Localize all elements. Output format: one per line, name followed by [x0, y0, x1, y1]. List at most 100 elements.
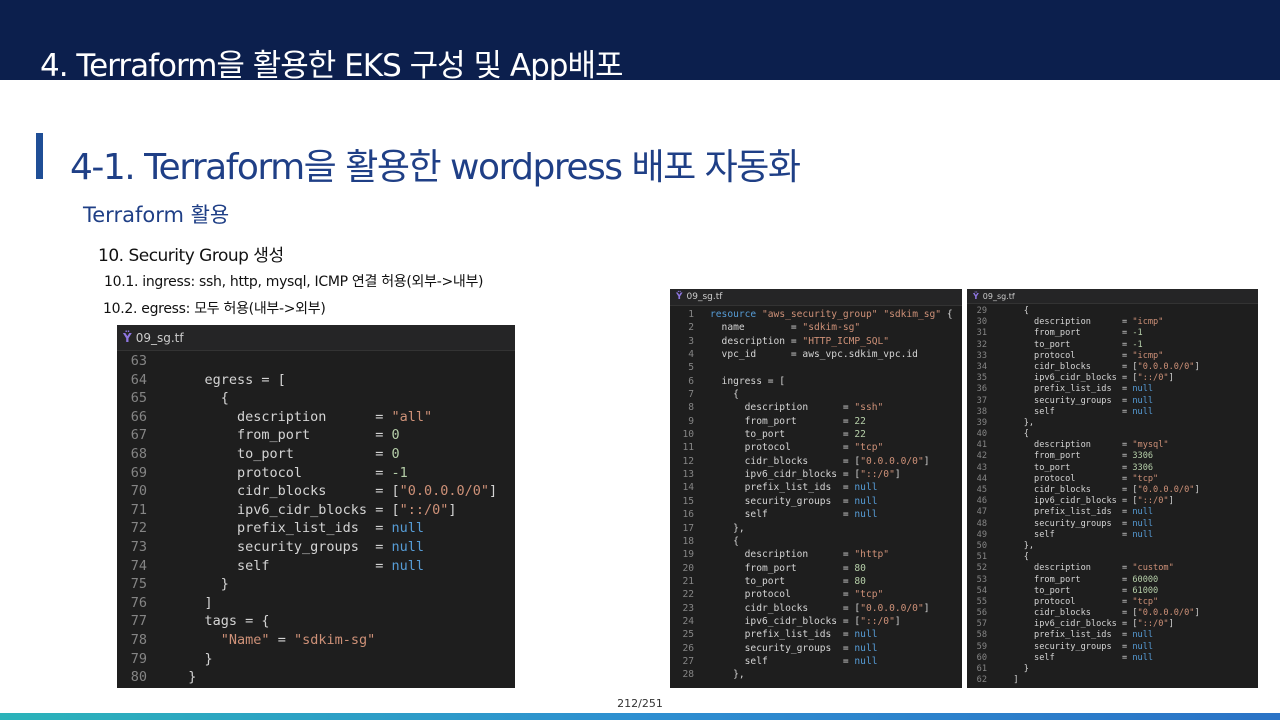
- line-number: 69: [130, 464, 147, 481]
- code-line: 2 name = "sdkim-sg": [670, 321, 962, 334]
- code-line: 71 ipv6_cidr_blocks = ["::/0"]: [117, 501, 515, 520]
- code-line: 36 prefix_list_ids = null: [967, 384, 1258, 395]
- code-text: description = "ssh": [710, 402, 884, 414]
- code-body: 63 64 egress = [65 {66 description = "all…: [117, 351, 515, 687]
- line-number: 10: [682, 429, 694, 441]
- code-line: 73 security_groups = null: [117, 538, 515, 557]
- code-text: cidr_blocks = ["0.0.0.0/0"]: [1003, 485, 1200, 495]
- code-text: description = "HTTP_ICMP_SQL": [710, 335, 890, 347]
- line-number: 66: [130, 408, 147, 425]
- code-line: 53 from_port = 60000: [967, 575, 1258, 586]
- line-number: 61: [976, 664, 987, 674]
- code-text: cidr_blocks = ["0.0.0.0/0"]: [710, 455, 930, 467]
- line-number: 43: [976, 462, 987, 473]
- code-text: security_groups = null: [1003, 395, 1154, 406]
- code-text: self = null: [1003, 406, 1154, 417]
- code-text: description = "icmp": [1003, 317, 1164, 328]
- code-text: }: [172, 576, 229, 593]
- code-line: 6 ingress = [: [670, 375, 962, 388]
- code-text: },: [710, 669, 745, 681]
- editor-tab[interactable]: Ÿ 09_sg.tf: [670, 289, 962, 306]
- code-line: 76 ]: [117, 594, 515, 613]
- code-line: 16 self = null: [670, 508, 962, 521]
- code-text: {: [172, 390, 229, 407]
- code-text: protocol = "tcp": [1003, 596, 1159, 607]
- line-number: 16: [682, 509, 694, 521]
- code-line: 24 ipv6_cidr_blocks = ["::/0"]: [670, 615, 962, 628]
- code-text: vpc_id = aws_vpc.sdkim_vpc.id: [710, 349, 918, 361]
- line-number: 26: [682, 642, 694, 654]
- code-line: 13 ipv6_cidr_blocks = ["::/0"]: [670, 468, 962, 481]
- line-number: 55: [976, 596, 987, 607]
- code-text: description = "all": [172, 408, 433, 425]
- code-line: 3 description = "HTTP_ICMP_SQL": [670, 335, 962, 348]
- terraform-icon: Ÿ: [123, 330, 132, 345]
- code-body: 29 {30 description = "icmp" 31 from_port …: [967, 304, 1258, 686]
- line-number: 17: [682, 522, 694, 534]
- code-text: to_port = 80: [710, 575, 866, 587]
- terraform-icon: Ÿ: [676, 292, 683, 302]
- line-number: 25: [682, 629, 694, 641]
- line-number: 31: [976, 328, 987, 339]
- code-text: }: [172, 669, 197, 686]
- code-text: resource "aws_security_group" "sdkim_sg"…: [710, 309, 953, 320]
- code-line: 62 ]: [967, 675, 1258, 686]
- code-line: 30 description = "icmp": [967, 317, 1258, 328]
- line-number: 6: [688, 375, 694, 387]
- code-text: self = null: [710, 655, 878, 667]
- code-line: 56 cidr_blocks = ["0.0.0.0/0"]: [967, 608, 1258, 619]
- code-line: 55 protocol = "tcp": [967, 597, 1258, 608]
- slide-chapter-title: 4. Terraform을 활용한 EKS 구성 및 App배포: [40, 48, 623, 84]
- line-number: 48: [976, 518, 987, 529]
- line-number: 27: [682, 655, 694, 667]
- editor-tab-label: 09_sg.tf: [135, 330, 184, 345]
- line-number: 14: [682, 482, 694, 494]
- page-number: 212/251: [617, 697, 663, 710]
- section-accent-bar: [36, 133, 43, 179]
- code-text: ]: [1003, 675, 1019, 686]
- code-line: 74 self = null: [117, 557, 515, 576]
- line-number: 79: [130, 650, 147, 667]
- code-text: {: [710, 389, 739, 401]
- code-line: 18 {: [670, 535, 962, 548]
- code-text: name = "sdkim-sg": [710, 322, 861, 334]
- line-number: 75: [130, 576, 147, 593]
- code-text: {: [1003, 429, 1029, 440]
- code-text: self = null: [1003, 652, 1154, 663]
- code-text: {: [710, 535, 739, 547]
- line-number: 72: [130, 520, 147, 537]
- line-number: 32: [976, 339, 987, 350]
- code-line: 25 prefix_list_ids = null: [670, 628, 962, 641]
- code-text: "Name" = "sdkim-sg": [220, 631, 376, 648]
- code-text: protocol = "tcp": [710, 589, 884, 601]
- code-text: tags = {: [172, 613, 270, 630]
- code-line: 15 security_groups = null: [670, 495, 962, 508]
- code-panel-egress: Ÿ 09_sg.tf 63 64 egress = [65 {66 descrip…: [117, 325, 515, 688]
- line-number: 54: [976, 585, 987, 596]
- line-number: 22: [682, 589, 694, 601]
- code-text: description = "http": [710, 549, 890, 561]
- code-text: self = null: [1003, 529, 1154, 540]
- code-line: 14 prefix_list_ids = null: [670, 481, 962, 494]
- code-text: to_port = -1: [1003, 339, 1143, 350]
- editor-tab-label: 09_sg.tf: [982, 291, 1015, 301]
- code-text: ipv6_cidr_blocks = ["::/0"]: [1003, 496, 1174, 507]
- code-text: },: [1003, 417, 1035, 428]
- code-text: prefix_list_ids = null: [1003, 507, 1154, 518]
- editor-tab[interactable]: Ÿ 09_sg.tf: [117, 325, 515, 351]
- line-number: 59: [976, 641, 987, 652]
- line-number: 42: [976, 451, 987, 462]
- code-line: 64 egress = [: [117, 371, 515, 390]
- code-text: security_groups = null: [172, 538, 424, 555]
- code-text: cidr_blocks = ["0.0.0.0/0"]: [172, 483, 498, 500]
- code-line: 22 protocol = "tcp": [670, 588, 962, 601]
- section-title: 4-1. Terraform을 활용한 wordpress 배포 자동화: [70, 147, 801, 188]
- line-number: 52: [976, 563, 987, 574]
- code-line: 80 }: [117, 668, 515, 687]
- code-line: 10 to_port = 22: [670, 428, 962, 441]
- code-line: 47 prefix_list_ids = null: [967, 507, 1258, 518]
- line-number: 13: [682, 469, 694, 481]
- code-line: 42 from_port = 3306: [967, 451, 1258, 462]
- line-number: 7: [688, 389, 694, 401]
- editor-tab[interactable]: Ÿ 09_sg.tf: [967, 289, 1258, 304]
